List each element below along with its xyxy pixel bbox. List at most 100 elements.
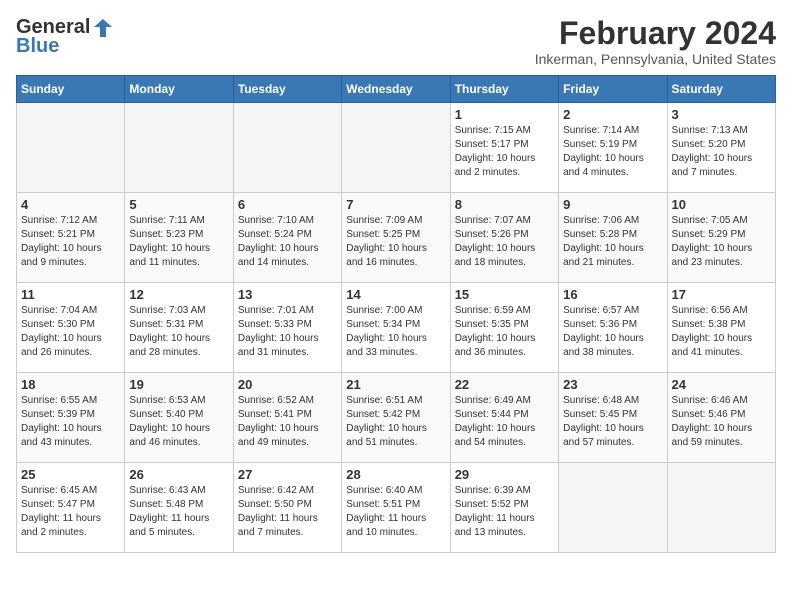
calendar-cell: 11Sunrise: 7:04 AM Sunset: 5:30 PM Dayli… bbox=[17, 283, 125, 373]
calendar-cell: 4 Sunrise: 7:12 AM Sunset: 5:21 PM Daylig… bbox=[17, 193, 125, 283]
day-number: 19 bbox=[129, 377, 228, 392]
calendar-cell: 17Sunrise: 6:56 AM Sunset: 5:38 PM Dayli… bbox=[667, 283, 775, 373]
day-info: Sunrise: 6:39 AM Sunset: 5:52 PM Dayligh… bbox=[455, 484, 554, 540]
logo-blue: Blue bbox=[16, 35, 59, 58]
day-number: 23 bbox=[563, 377, 662, 392]
calendar-cell: 12 Sunrise: 7:03 AM Sunset: 5:31 PM Dayli… bbox=[125, 283, 233, 373]
header-tuesday: Tuesday bbox=[233, 76, 341, 103]
calendar-cell bbox=[559, 463, 667, 553]
day-number: 14 bbox=[346, 287, 445, 302]
location-subtitle: Inkerman, Pennsylvania, United States bbox=[535, 51, 776, 67]
day-info: Sunrise: 6:45 AM Sunset: 5:47 PM Dayligh… bbox=[21, 484, 120, 540]
calendar-header-row: SundayMondayTuesdayWednesdayThursdayFrid… bbox=[17, 76, 776, 103]
day-number: 8 bbox=[455, 197, 554, 212]
day-number: 11 bbox=[21, 287, 120, 302]
day-number: 22 bbox=[455, 377, 554, 392]
calendar-cell: 3Sunrise: 7:13 AM Sunset: 5:20 PM Daylig… bbox=[667, 103, 775, 193]
day-number: 7 bbox=[346, 197, 445, 212]
day-number: 1 bbox=[455, 107, 554, 122]
calendar-cell: 16 Sunrise: 6:57 AM Sunset: 5:36 PM Dayli… bbox=[559, 283, 667, 373]
calendar-cell bbox=[667, 463, 775, 553]
calendar-week-row: 1 Sunrise: 7:15 AM Sunset: 5:17 PM Daylig… bbox=[17, 103, 776, 193]
header-friday: Friday bbox=[559, 76, 667, 103]
day-number: 13 bbox=[238, 287, 337, 302]
day-info: Sunrise: 7:01 AM Sunset: 5:33 PM Dayligh… bbox=[238, 304, 337, 360]
month-title: February 2024 bbox=[535, 16, 776, 51]
day-info: Sunrise: 6:53 AM Sunset: 5:40 PM Dayligh… bbox=[129, 394, 228, 450]
day-info: Sunrise: 6:49 AM Sunset: 5:44 PM Dayligh… bbox=[455, 394, 554, 450]
calendar-cell bbox=[342, 103, 450, 193]
calendar-cell: 18 Sunrise: 6:55 AM Sunset: 5:39 PM Dayli… bbox=[17, 373, 125, 463]
day-number: 10 bbox=[672, 197, 771, 212]
calendar-cell bbox=[125, 103, 233, 193]
day-info: Sunrise: 7:09 AM Sunset: 5:25 PM Dayligh… bbox=[346, 214, 445, 270]
day-info: Sunrise: 6:40 AM Sunset: 5:51 PM Dayligh… bbox=[346, 484, 445, 540]
calendar-cell: 2Sunrise: 7:14 AM Sunset: 5:19 PM Daylig… bbox=[559, 103, 667, 193]
title-area: February 2024 Inkerman, Pennsylvania, Un… bbox=[535, 16, 776, 67]
calendar-cell: 25 Sunrise: 6:45 AM Sunset: 5:47 PM Dayli… bbox=[17, 463, 125, 553]
calendar-cell: 22 Sunrise: 6:49 AM Sunset: 5:44 PM Dayli… bbox=[450, 373, 558, 463]
calendar-week-row: 4 Sunrise: 7:12 AM Sunset: 5:21 PM Daylig… bbox=[17, 193, 776, 283]
logo: General Blue bbox=[16, 16, 114, 58]
header-wednesday: Wednesday bbox=[342, 76, 450, 103]
calendar-cell: 1 Sunrise: 7:15 AM Sunset: 5:17 PM Daylig… bbox=[450, 103, 558, 193]
calendar-cell: 24 Sunrise: 6:46 AM Sunset: 5:46 PM Dayli… bbox=[667, 373, 775, 463]
day-number: 25 bbox=[21, 467, 120, 482]
day-info: Sunrise: 7:15 AM Sunset: 5:17 PM Dayligh… bbox=[455, 124, 554, 180]
header-monday: Monday bbox=[125, 76, 233, 103]
calendar-cell: 28 Sunrise: 6:40 AM Sunset: 5:51 PM Dayli… bbox=[342, 463, 450, 553]
day-info: Sunrise: 6:57 AM Sunset: 5:36 PM Dayligh… bbox=[563, 304, 662, 360]
day-info: Sunrise: 6:43 AM Sunset: 5:48 PM Dayligh… bbox=[129, 484, 228, 540]
calendar-week-row: 18 Sunrise: 6:55 AM Sunset: 5:39 PM Dayli… bbox=[17, 373, 776, 463]
logo-bird-icon bbox=[92, 17, 114, 39]
calendar-cell: 13 Sunrise: 7:01 AM Sunset: 5:33 PM Dayli… bbox=[233, 283, 341, 373]
header: General Blue February 2024 Inkerman, Pen… bbox=[16, 16, 776, 67]
calendar-cell: 10 Sunrise: 7:05 AM Sunset: 5:29 PM Dayli… bbox=[667, 193, 775, 283]
calendar-cell: 27 Sunrise: 6:42 AM Sunset: 5:50 PM Dayli… bbox=[233, 463, 341, 553]
day-number: 24 bbox=[672, 377, 771, 392]
calendar-cell: 20 Sunrise: 6:52 AM Sunset: 5:41 PM Dayli… bbox=[233, 373, 341, 463]
day-number: 26 bbox=[129, 467, 228, 482]
day-number: 27 bbox=[238, 467, 337, 482]
day-number: 15 bbox=[455, 287, 554, 302]
day-number: 3 bbox=[672, 107, 771, 122]
day-info: Sunrise: 7:14 AM Sunset: 5:19 PM Dayligh… bbox=[563, 124, 662, 180]
day-number: 21 bbox=[346, 377, 445, 392]
header-thursday: Thursday bbox=[450, 76, 558, 103]
day-info: Sunrise: 7:00 AM Sunset: 5:34 PM Dayligh… bbox=[346, 304, 445, 360]
calendar-cell: 26 Sunrise: 6:43 AM Sunset: 5:48 PM Dayli… bbox=[125, 463, 233, 553]
day-number: 12 bbox=[129, 287, 228, 302]
day-info: Sunrise: 7:12 AM Sunset: 5:21 PM Dayligh… bbox=[21, 214, 120, 270]
calendar-cell: 8Sunrise: 7:07 AM Sunset: 5:26 PM Daylig… bbox=[450, 193, 558, 283]
calendar-cell: 15 Sunrise: 6:59 AM Sunset: 5:35 PM Dayli… bbox=[450, 283, 558, 373]
header-saturday: Saturday bbox=[667, 76, 775, 103]
day-number: 16 bbox=[563, 287, 662, 302]
calendar-cell: 7 Sunrise: 7:09 AM Sunset: 5:25 PM Daylig… bbox=[342, 193, 450, 283]
day-info: Sunrise: 6:59 AM Sunset: 5:35 PM Dayligh… bbox=[455, 304, 554, 360]
calendar-cell: 19 Sunrise: 6:53 AM Sunset: 5:40 PM Dayli… bbox=[125, 373, 233, 463]
calendar-cell: 23 Sunrise: 6:48 AM Sunset: 5:45 PM Dayli… bbox=[559, 373, 667, 463]
day-number: 18 bbox=[21, 377, 120, 392]
calendar-cell: 9 Sunrise: 7:06 AM Sunset: 5:28 PM Daylig… bbox=[559, 193, 667, 283]
day-info: Sunrise: 7:03 AM Sunset: 5:31 PM Dayligh… bbox=[129, 304, 228, 360]
day-number: 28 bbox=[346, 467, 445, 482]
day-info: Sunrise: 6:42 AM Sunset: 5:50 PM Dayligh… bbox=[238, 484, 337, 540]
day-info: Sunrise: 7:05 AM Sunset: 5:29 PM Dayligh… bbox=[672, 214, 771, 270]
day-info: Sunrise: 6:46 AM Sunset: 5:46 PM Dayligh… bbox=[672, 394, 771, 450]
day-number: 20 bbox=[238, 377, 337, 392]
day-info: Sunrise: 6:51 AM Sunset: 5:42 PM Dayligh… bbox=[346, 394, 445, 450]
day-info: Sunrise: 7:10 AM Sunset: 5:24 PM Dayligh… bbox=[238, 214, 337, 270]
day-info: Sunrise: 6:55 AM Sunset: 5:39 PM Dayligh… bbox=[21, 394, 120, 450]
calendar-table: SundayMondayTuesdayWednesdayThursdayFrid… bbox=[16, 75, 776, 553]
calendar-week-row: 11Sunrise: 7:04 AM Sunset: 5:30 PM Dayli… bbox=[17, 283, 776, 373]
calendar-cell bbox=[233, 103, 341, 193]
day-number: 17 bbox=[672, 287, 771, 302]
day-number: 6 bbox=[238, 197, 337, 212]
day-number: 5 bbox=[129, 197, 228, 212]
day-number: 9 bbox=[563, 197, 662, 212]
day-info: Sunrise: 7:06 AM Sunset: 5:28 PM Dayligh… bbox=[563, 214, 662, 270]
calendar-cell: 14 Sunrise: 7:00 AM Sunset: 5:34 PM Dayli… bbox=[342, 283, 450, 373]
day-number: 4 bbox=[21, 197, 120, 212]
day-info: Sunrise: 6:52 AM Sunset: 5:41 PM Dayligh… bbox=[238, 394, 337, 450]
day-info: Sunrise: 6:48 AM Sunset: 5:45 PM Dayligh… bbox=[563, 394, 662, 450]
